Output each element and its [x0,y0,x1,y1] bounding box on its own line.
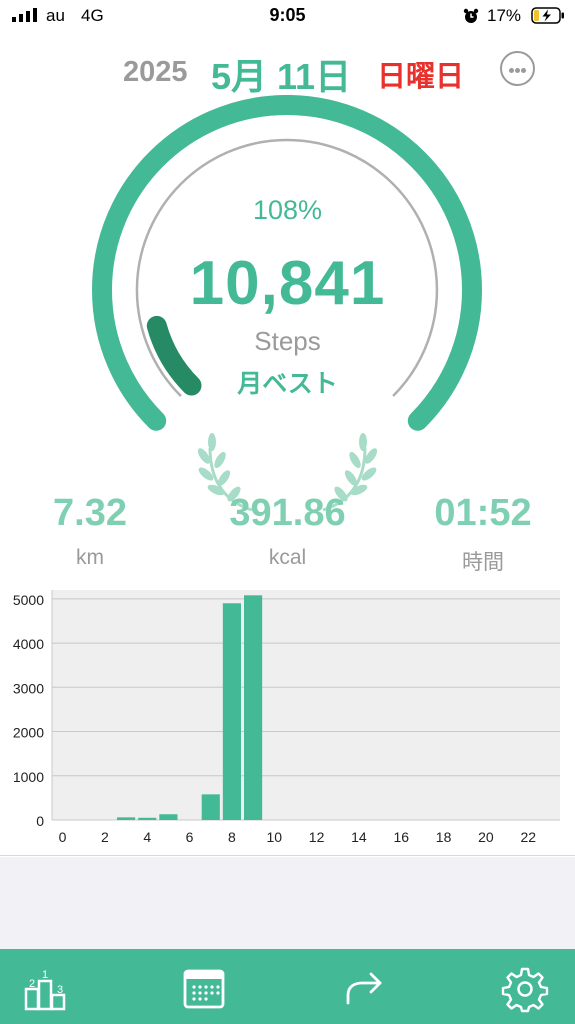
goal-percent: 108% [252,195,323,225]
y-tick-label: 4000 [13,636,44,652]
calories-unit: kcal [268,546,307,569]
chart-bar [222,603,241,820]
distance-unit: km [76,546,104,569]
svg-text:1: 1 [42,969,48,981]
hourly-steps-chart: 0 1000 2000 3000 4000 5000 0 2 4 6 8 10 12 14 16 18 20 22 [0,588,575,856]
y-tick-label: 3000 [13,680,44,696]
ellipsis-circle-icon [509,68,514,73]
status-bar: au 4G 9:05 17% [0,0,575,34]
chart-bar [138,817,157,820]
empty-area [0,857,575,949]
more-options-button[interactable] [500,51,535,86]
svg-text:2: 2 [29,978,35,990]
tab-ranking[interactable]: 2 1 3 [21,965,69,1013]
date-label[interactable]: 5月 11日 [211,48,351,100]
chart-bar [159,814,178,820]
x-tick-label: 12 [309,829,325,845]
ranking-podium-icon: 2 1 3 [24,969,66,1011]
x-tick-label: 10 [266,829,282,845]
battery-percent: 17% [487,6,522,25]
steps-label: Steps [254,326,321,356]
x-tick-label: 20 [478,829,494,845]
chart-bar [201,794,220,820]
alarm-icon [463,8,479,23]
x-tick-label: 22 [520,829,536,845]
chart-bar [244,595,263,820]
x-tick-label: 8 [228,829,236,845]
x-tick-label: 0 [59,829,67,845]
tab-bar: 2 1 3 [0,949,575,1024]
calendar-icon [183,969,225,1009]
ellipsis-dot [521,68,526,73]
y-tick-label: 5000 [13,592,44,608]
chart-bar [117,817,136,820]
weekday-label: 日曜日 [377,61,465,93]
chart-plot-area [52,590,560,820]
year-label: 2025 [123,56,188,88]
x-tick-label: 4 [143,829,151,845]
ellipsis-dot [515,68,520,73]
x-tick-label: 18 [436,829,452,845]
tab-settings[interactable] [501,965,549,1013]
y-tick-label: 0 [36,813,44,829]
x-tick-label: 6 [186,829,194,845]
distance-value: 7.32 [53,492,127,534]
battery-charging-icon [531,7,564,24]
duration-value: 01:52 [434,492,532,534]
tab-calendar[interactable] [180,965,228,1013]
y-tick-label: 2000 [13,725,44,741]
date-header: 2025 5月 11日 日曜日 [0,48,575,97]
monthly-best-badge: 月ベスト [237,370,338,398]
x-tick-label: 2 [101,829,109,845]
step-count: 10,841 [189,249,386,318]
y-tick-label: 1000 [13,769,44,785]
gear-icon [501,967,549,1013]
tab-share[interactable] [340,965,388,1013]
x-tick-label: 14 [351,829,367,845]
hourly-steps-chart-svg: 0 1000 2000 3000 4000 5000 0 2 4 6 8 10 12 14 16 18 20 22 [13,590,560,845]
share-arrow-icon [346,972,382,1005]
duration-unit: 時間 [462,551,504,574]
x-tick-label: 16 [393,829,409,845]
svg-text:3: 3 [57,984,63,996]
calories-value: 391.86 [229,492,346,534]
